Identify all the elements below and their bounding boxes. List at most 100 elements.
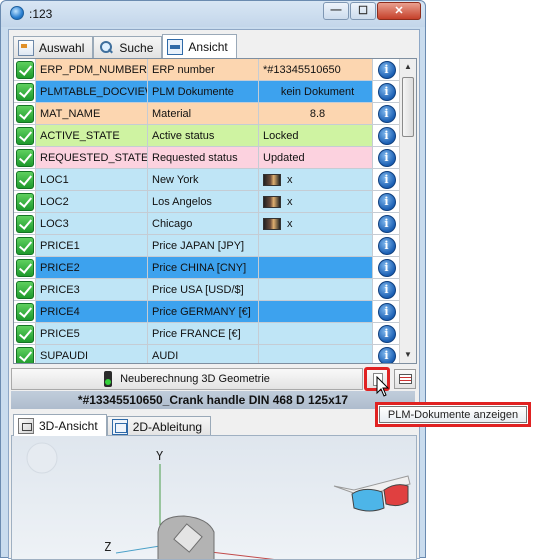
location-thumbnail-icon: [263, 173, 281, 186]
row-checkbox[interactable]: [14, 213, 36, 234]
table-row[interactable]: LOC3 Chicago x i: [14, 213, 400, 235]
table-row[interactable]: LOC2 Los Angelos x i: [14, 191, 400, 213]
attribute-value-cell[interactable]: x: [259, 169, 373, 190]
attribute-key: REQUESTED_STATE: [36, 147, 148, 168]
row-checkbox[interactable]: [14, 235, 36, 256]
tab-auswahl[interactable]: Auswahl: [13, 36, 94, 58]
row-checkbox[interactable]: [14, 103, 36, 124]
attribute-value-cell[interactable]: [259, 345, 373, 363]
table-row[interactable]: LOC1 New York x i: [14, 169, 400, 191]
info-icon[interactable]: i: [377, 60, 396, 79]
attribute-description: Price USA [USD/$]: [148, 279, 259, 300]
attribute-value-cell[interactable]: x: [259, 191, 373, 212]
title-bar[interactable]: :123 — ☐ ✕: [1, 1, 425, 27]
table-row[interactable]: PRICE4 Price GERMANY [€] i: [14, 301, 400, 323]
attribute-value-cell[interactable]: [259, 301, 373, 322]
attribute-value-cell[interactable]: [259, 235, 373, 256]
table-row[interactable]: REQUESTED_STATE Requested status Updated i: [14, 147, 400, 169]
info-icon[interactable]: i: [377, 170, 396, 189]
info-icon[interactable]: i: [377, 192, 396, 211]
window-title: :123: [29, 7, 53, 21]
table-row[interactable]: PRICE1 Price JAPAN [JPY] i: [14, 235, 400, 257]
row-checkbox[interactable]: [14, 279, 36, 300]
attribute-value-cell[interactable]: [259, 323, 373, 344]
row-checkbox[interactable]: [14, 125, 36, 146]
attribute-value-cell[interactable]: 8.8: [259, 103, 373, 124]
attribute-value: x: [287, 195, 293, 208]
checkmark-icon: [15, 148, 34, 167]
scroll-down-icon[interactable]: ▼: [400, 347, 416, 363]
location-thumbnail-icon: [263, 217, 281, 230]
row-checkbox[interactable]: [14, 257, 36, 278]
info-icon[interactable]: i: [377, 324, 396, 343]
attribute-key: PRICE2: [36, 257, 148, 278]
view-cube-icon[interactable]: [26, 442, 58, 474]
info-icon[interactable]: i: [377, 302, 396, 321]
maximize-button[interactable]: ☐: [350, 2, 376, 20]
attribute-description: Price JAPAN [JPY]: [148, 235, 259, 256]
row-checkbox[interactable]: [14, 59, 36, 80]
vertical-scrollbar[interactable]: ▲ ▼: [399, 59, 416, 363]
row-info-cell: i: [373, 81, 400, 102]
attribute-value-cell[interactable]: *#13345510650: [259, 59, 373, 80]
table-row[interactable]: PRICE2 Price CHINA [CNY] i: [14, 257, 400, 279]
tab-label: Suche: [119, 40, 154, 55]
info-icon[interactable]: i: [377, 104, 396, 123]
tab-ansicht[interactable]: Ansicht: [162, 34, 237, 58]
minimize-button[interactable]: —: [323, 2, 349, 20]
table-row[interactable]: ACTIVE_STATE Active status Locked i: [14, 125, 400, 147]
close-button[interactable]: ✕: [377, 2, 421, 20]
tab-2d-drawing[interactable]: 2D-Ableitung: [106, 416, 212, 436]
z-axis-label: Z: [104, 540, 111, 554]
row-checkbox[interactable]: [14, 147, 36, 168]
attribute-key: LOC1: [36, 169, 148, 190]
scrollbar-thumb[interactable]: [402, 77, 414, 137]
tab-3d-view[interactable]: 3D-Ansicht: [13, 414, 107, 436]
attribute-value: Updated: [263, 151, 305, 164]
table-row[interactable]: ERP_PDM_NUMBER ERP number *#13345510650 i: [14, 59, 400, 81]
3d-viewport[interactable]: Y Z X: [11, 435, 417, 560]
info-icon[interactable]: i: [377, 82, 396, 101]
scroll-up-icon[interactable]: ▲: [400, 59, 416, 75]
table-row[interactable]: PRICE3 Price USA [USD/$] i: [14, 279, 400, 301]
row-checkbox[interactable]: [14, 345, 36, 363]
attribute-value-cell[interactable]: Locked: [259, 125, 373, 146]
checkmark-icon: [15, 302, 34, 321]
table-row[interactable]: MAT_NAME Material 8.8 i: [14, 103, 400, 125]
table-row[interactable]: SUPAUDI AUDI i: [14, 345, 400, 363]
attribute-value: *#13345510650: [263, 63, 341, 76]
info-icon[interactable]: i: [377, 126, 396, 145]
table-view-button[interactable]: [394, 369, 416, 389]
attribute-value: Locked: [263, 129, 299, 142]
attribute-description: AUDI: [148, 345, 259, 363]
attribute-value-cell[interactable]: x: [259, 213, 373, 234]
attribute-value-cell[interactable]: kein Dokument: [259, 81, 373, 102]
info-icon[interactable]: i: [377, 258, 396, 277]
attribute-description: Requested status: [148, 147, 259, 168]
attribute-value-cell[interactable]: Updated: [259, 147, 373, 168]
table-row[interactable]: PLMTABLE_DOCVIEW PLM Dokumente kein Dokume…: [14, 81, 400, 103]
table-row[interactable]: PRICE5 Price FRANCE [€] i: [14, 323, 400, 345]
attribute-key: LOC3: [36, 213, 148, 234]
attribute-value-cell[interactable]: [259, 279, 373, 300]
row-checkbox[interactable]: [14, 323, 36, 344]
checkmark-icon: [15, 324, 34, 343]
row-info-cell: i: [373, 147, 400, 168]
3d-glasses-icon[interactable]: [333, 475, 411, 512]
row-info-cell: i: [373, 235, 400, 256]
attribute-key: LOC2: [36, 191, 148, 212]
attribute-value-cell[interactable]: [259, 257, 373, 278]
info-icon[interactable]: i: [377, 148, 396, 167]
row-checkbox[interactable]: [14, 301, 36, 322]
checkmark-icon: [15, 236, 34, 255]
tab-suche[interactable]: Suche: [93, 36, 163, 58]
row-checkbox[interactable]: [14, 169, 36, 190]
row-checkbox[interactable]: [14, 191, 36, 212]
info-icon[interactable]: i: [377, 280, 396, 299]
info-icon[interactable]: i: [377, 346, 396, 363]
info-icon[interactable]: i: [377, 214, 396, 233]
attribute-description: Price FRANCE [€]: [148, 323, 259, 344]
row-checkbox[interactable]: [14, 81, 36, 102]
recalc-geometry-button[interactable]: Neuberechnung 3D Geometrie: [11, 368, 363, 390]
info-icon[interactable]: i: [377, 236, 396, 255]
